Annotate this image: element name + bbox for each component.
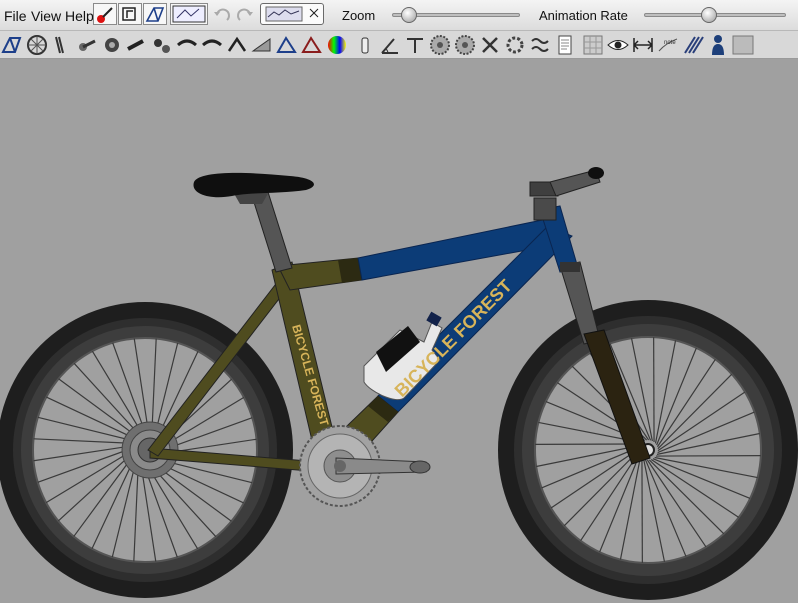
frame-outline-icon[interactable] <box>300 33 324 57</box>
spring-icon[interactable] <box>528 33 552 57</box>
menu-file[interactable]: File <box>4 8 27 24</box>
stem-icon[interactable] <box>125 33 149 57</box>
note-icon[interactable]: note <box>656 33 680 57</box>
select-tool-button[interactable] <box>118 3 142 25</box>
animation-rate-label: Animation Rate <box>539 8 628 23</box>
redo-icon[interactable] <box>235 6 255 29</box>
select-box-icon <box>122 7 136 21</box>
undo-icon[interactable] <box>212 6 232 29</box>
pen-icon <box>97 7 113 23</box>
angle-icon[interactable] <box>378 33 402 57</box>
front-wheel[interactable] <box>498 300 798 600</box>
chainring-icon[interactable] <box>428 33 452 57</box>
bottle-icon[interactable] <box>353 33 377 57</box>
monitor-icon <box>172 5 206 23</box>
stripes-icon[interactable] <box>681 33 705 57</box>
crankset[interactable] <box>299 425 431 507</box>
animation-rate-knob[interactable] <box>700 7 717 23</box>
frame-icon[interactable] <box>0 33 24 57</box>
dimension-icon[interactable] <box>631 33 655 57</box>
zoom-slider[interactable] <box>392 7 520 23</box>
headset-icon[interactable] <box>100 33 124 57</box>
bike-canvas: BICYCLE FOREST BICYCLE FOREST <box>0 167 798 600</box>
tools-icon[interactable] <box>478 33 502 57</box>
svg-text:note: note <box>664 40 676 46</box>
crank-icon[interactable] <box>75 33 99 57</box>
menu-view[interactable]: View <box>31 8 61 24</box>
frame-edit-button[interactable] <box>143 3 167 25</box>
handlebar-icon[interactable] <box>175 33 199 57</box>
brake-icon[interactable] <box>225 33 249 57</box>
frame-icon <box>145 7 165 22</box>
document-icon[interactable] <box>553 33 577 57</box>
handlebar-icon[interactable] <box>200 33 224 57</box>
gear-icon[interactable] <box>503 33 527 57</box>
parts-toolbar: note <box>0 31 798 59</box>
wheel-icon[interactable] <box>25 33 49 57</box>
seatpost[interactable] <box>232 190 293 273</box>
eye-icon[interactable] <box>606 33 630 57</box>
animation-rate-slider[interactable] <box>644 7 786 23</box>
zoom-slider-knob[interactable] <box>400 7 417 23</box>
chainring-icon[interactable] <box>453 33 477 57</box>
screen-view-button[interactable] <box>170 3 208 25</box>
background-icon[interactable] <box>731 33 755 57</box>
frame-tubes-icon[interactable] <box>275 33 299 57</box>
derailleur-icon[interactable] <box>150 33 174 57</box>
measure-icon[interactable] <box>403 33 427 57</box>
grid-icon[interactable] <box>581 33 605 57</box>
menu-help[interactable]: Help <box>65 8 94 24</box>
rider-icon[interactable] <box>706 33 730 57</box>
frame-shape-icon[interactable] <box>250 33 274 57</box>
color-wheel-icon[interactable] <box>325 33 349 57</box>
zoom-label: Zoom <box>342 8 376 23</box>
stem-handlebar[interactable] <box>529 167 604 221</box>
graph-mode-select[interactable] <box>260 3 324 25</box>
chart-line-icon <box>265 6 319 22</box>
top-toolbar: File View Help Zoom Animation Rate <box>0 0 798 31</box>
fork-icon[interactable] <box>50 33 74 57</box>
pen-tool-button[interactable] <box>93 3 117 25</box>
